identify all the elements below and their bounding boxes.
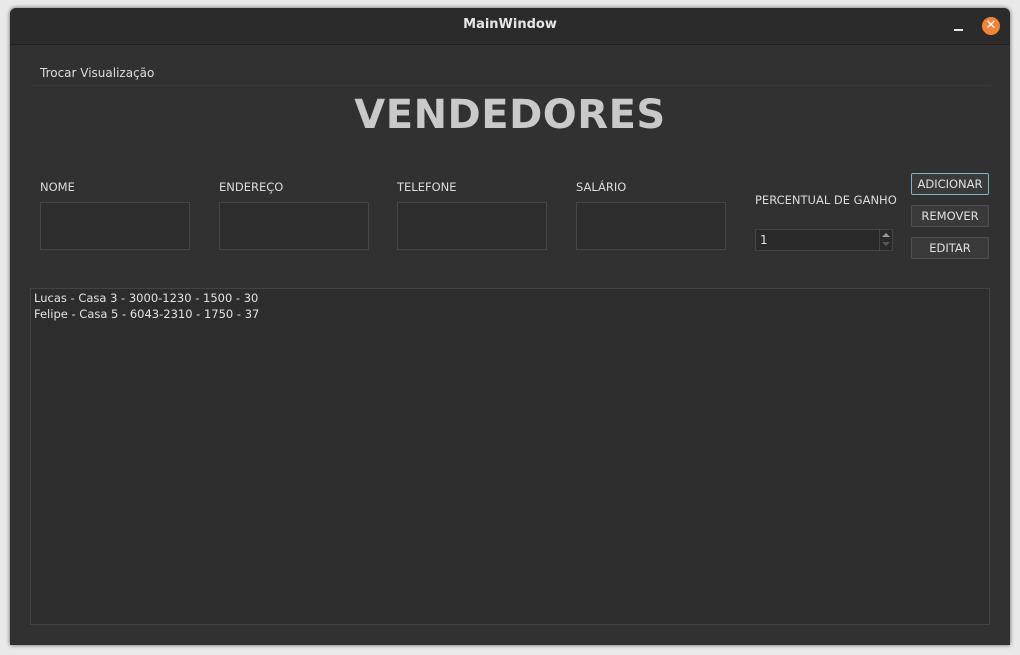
- nome-label: NOME: [40, 180, 75, 194]
- menu-bar: Trocar Visualização: [32, 63, 990, 86]
- page-title: VENDEDORES: [354, 92, 666, 138]
- main-window: MainWindow ✕ Trocar Visualização VENDEDO…: [10, 8, 1010, 645]
- menu-trocar-visualizacao[interactable]: Trocar Visualização: [40, 66, 154, 80]
- telefone-field[interactable]: [397, 202, 547, 250]
- percentual-spinbox[interactable]: 1: [755, 229, 893, 251]
- endereco-label: ENDEREÇO: [219, 180, 284, 194]
- list-item[interactable]: Lucas - Casa 3 - 3000-1230 - 1500 - 30: [34, 290, 986, 306]
- minimize-icon[interactable]: [951, 18, 967, 34]
- spin-up-icon[interactable]: [882, 233, 890, 237]
- close-icon[interactable]: ✕: [982, 17, 1000, 35]
- telefone-label: TELEFONE: [397, 180, 457, 194]
- spin-down-icon[interactable]: [882, 242, 890, 246]
- vendedores-list[interactable]: Lucas - Casa 3 - 3000-1230 - 1500 - 30 F…: [30, 288, 990, 625]
- list-item[interactable]: Felipe - Casa 5 - 6043-2310 - 1750 - 37: [34, 306, 986, 322]
- percentual-label: PERCENTUAL DE GANHO: [755, 193, 897, 207]
- adicionar-button[interactable]: ADICIONAR: [911, 173, 989, 195]
- percentual-value: 1: [760, 233, 768, 247]
- salario-field[interactable]: [576, 202, 726, 250]
- spin-arrows[interactable]: [879, 230, 892, 250]
- salario-label: SALÁRIO: [576, 180, 627, 194]
- title-bar[interactable]: MainWindow ✕: [10, 8, 1010, 45]
- window-title: MainWindow: [463, 17, 557, 32]
- editar-button[interactable]: EDITAR: [911, 237, 989, 259]
- nome-field[interactable]: [40, 202, 190, 250]
- endereco-field[interactable]: [219, 202, 369, 250]
- remover-button[interactable]: REMOVER: [911, 205, 989, 227]
